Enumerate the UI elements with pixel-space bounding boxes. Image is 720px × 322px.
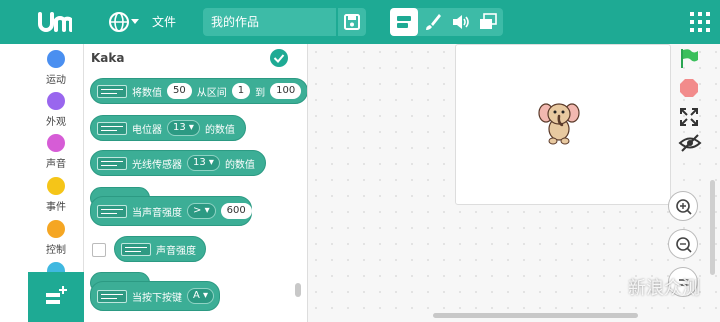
tab-costumes[interactable] <box>419 8 447 36</box>
category-menu: 运动 外观 声音 事件 控制 <box>28 44 84 272</box>
range-low-input[interactable]: 1 <box>231 83 251 99</box>
add-extension-button[interactable] <box>28 272 84 322</box>
chip-icon <box>97 84 127 98</box>
layers-icon <box>480 13 497 29</box>
range-high-input[interactable]: 100 <box>270 83 302 99</box>
brush-icon <box>426 14 441 30</box>
monitor-checkbox[interactable] <box>92 243 106 257</box>
tab-sounds[interactable] <box>446 8 474 36</box>
chip-icon <box>97 121 127 135</box>
sound-intensity-block[interactable]: 声音强度 <box>114 236 206 262</box>
save-icon <box>344 14 360 30</box>
threshold-input[interactable]: 600 <box>220 203 252 219</box>
block-text: 的数值 <box>224 159 255 171</box>
dropdown-value: > <box>193 205 202 216</box>
block-text: 从区间 <box>196 87 227 99</box>
port-dropdown[interactable]: 13 ▾ <box>187 155 220 171</box>
add-extension-icon <box>46 286 67 304</box>
dropdown-value: A <box>193 290 200 301</box>
workspace-vertical-scrollbar[interactable] <box>710 180 715 275</box>
stage[interactable] <box>455 44 671 205</box>
light-sensor-block[interactable]: 光线传感器 13 ▾ 的数值 <box>90 150 266 176</box>
category-label: 声音 <box>46 159 66 170</box>
category-dot <box>47 92 65 110</box>
fullscreen-icon[interactable] <box>678 106 700 128</box>
zoom-in-icon <box>676 199 692 215</box>
block-text: 电位器 <box>132 124 162 136</box>
hide-stage-icon[interactable] <box>678 133 702 153</box>
tab-code[interactable] <box>390 8 418 36</box>
elephant-sprite[interactable] <box>538 99 580 145</box>
watermark: 新浪众测 <box>628 278 700 299</box>
chip-icon <box>121 242 151 256</box>
check-icon[interactable] <box>270 49 288 67</box>
category-looks[interactable]: 外观 <box>28 92 83 128</box>
key-dropdown[interactable]: A ▾ <box>187 288 215 304</box>
category-motion[interactable]: 运动 <box>28 50 83 86</box>
project-name-input[interactable]: 我的作品 <box>203 8 336 36</box>
chip-icon <box>97 204 127 218</box>
dropdown-value: 13 <box>193 157 206 168</box>
palette-title: Kaka <box>91 51 125 65</box>
category-dot <box>47 134 65 152</box>
category-dot <box>47 220 65 238</box>
value-input[interactable]: 50 <box>167 83 192 99</box>
sound-hat-block[interactable]: 当声音强度 > ▾ 600 <box>90 196 252 226</box>
editor-mode-switcher <box>390 8 503 36</box>
category-sensing[interactable] <box>28 262 83 272</box>
potentiometer-block[interactable]: 电位器 13 ▾ 的数值 <box>90 115 246 141</box>
category-control[interactable]: 控制 <box>28 220 83 256</box>
port-dropdown[interactable]: 13 ▾ <box>167 120 200 136</box>
key-press-hat-block[interactable]: 当按下按键 A ▾ <box>90 281 220 311</box>
category-sound[interactable]: 声音 <box>28 134 83 170</box>
block-text: 到 <box>255 87 266 99</box>
app-logo-icon[interactable] <box>38 10 72 34</box>
category-dot <box>47 262 65 272</box>
operator-dropdown[interactable]: > ▾ <box>187 203 216 219</box>
block-text: 当声音强度 <box>132 207 182 219</box>
top-bar: 文件 我的作品 <box>0 0 720 44</box>
workspace-horizontal-scrollbar[interactable] <box>433 313 638 318</box>
zoom-in-button[interactable] <box>668 191 698 221</box>
code-blocks-icon <box>397 16 411 28</box>
category-dot <box>47 177 65 195</box>
palette-scrollbar[interactable] <box>295 283 301 297</box>
category-label: 控制 <box>46 245 66 256</box>
block-text: 声音强度 <box>156 245 196 257</box>
save-button[interactable] <box>338 8 366 36</box>
block-text: 光线传感器 <box>132 159 182 171</box>
block-text: 将数值 <box>132 87 162 99</box>
green-flag-icon[interactable] <box>678 47 700 69</box>
block-palette: Kaka 将数值 50 从区间 1 到 100 电位器 13 ▾ 的数值 光线传… <box>84 44 308 322</box>
left-margin <box>0 44 28 322</box>
category-label: 运动 <box>46 75 66 86</box>
chevron-down-icon[interactable] <box>131 19 139 24</box>
chip-icon <box>97 156 127 170</box>
speaker-icon <box>453 15 469 29</box>
stop-icon[interactable] <box>678 77 700 99</box>
tab-backdrops[interactable] <box>474 8 502 36</box>
block-text: 的数值 <box>204 124 235 136</box>
map-range-block[interactable]: 将数值 50 从区间 1 到 100 <box>90 78 307 104</box>
category-events[interactable]: 事件 <box>28 177 83 213</box>
file-menu[interactable]: 文件 <box>152 13 176 30</box>
dropdown-value: 13 <box>173 122 186 133</box>
chip-icon <box>97 289 127 303</box>
zoom-out-button[interactable] <box>668 229 698 259</box>
category-dot <box>47 50 65 68</box>
globe-icon[interactable] <box>108 11 130 33</box>
apps-grid-icon[interactable] <box>690 12 710 32</box>
zoom-out-icon <box>676 237 692 253</box>
category-label: 外观 <box>46 117 66 128</box>
category-label: 事件 <box>46 202 66 213</box>
block-text: 当按下按键 <box>132 292 182 304</box>
